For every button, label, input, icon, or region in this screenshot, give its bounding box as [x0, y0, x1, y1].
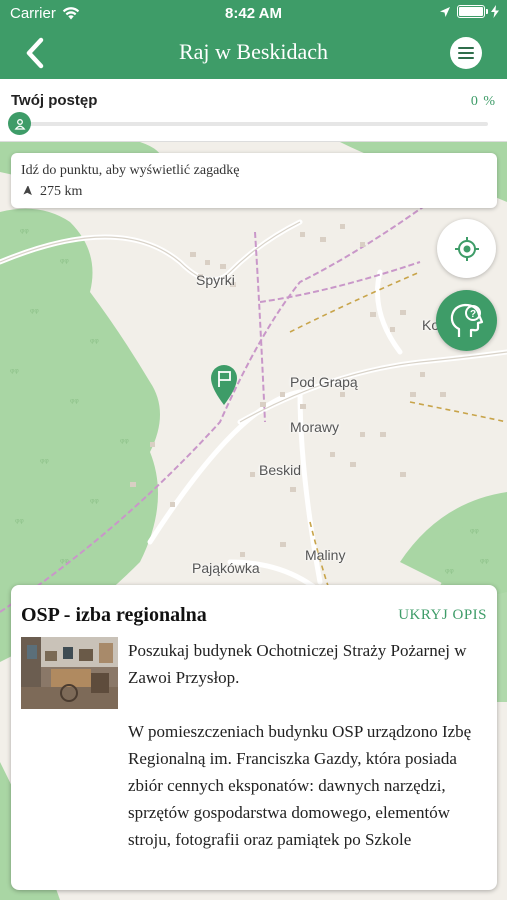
- progress-value: 0 %: [470, 94, 496, 109]
- svg-text:ᵩᵩ: ᵩᵩ: [30, 304, 39, 315]
- head-question-icon: ?: [450, 303, 483, 337]
- map-label-maliny: Maliny: [305, 547, 346, 563]
- page-title: Raj w Beskidach: [178, 39, 329, 64]
- progress-track: [19, 122, 488, 126]
- svg-text:ᵩᵩ: ᵩᵩ: [90, 494, 99, 505]
- navigation-bar: Raj w Beskidach: [0, 28, 507, 79]
- status-bar: Carrier 8:42 AM: [0, 0, 507, 28]
- svg-text:ᵩᵩ: ᵩᵩ: [15, 514, 24, 525]
- svg-text:ᵩᵩ: ᵩᵩ: [20, 224, 29, 235]
- charging-icon: [491, 5, 499, 18]
- menu-icon: [458, 47, 474, 59]
- svg-text:ᵩᵩ: ᵩᵩ: [60, 254, 69, 265]
- hint-card: Idź do punktu, aby wyświetlić zagadkę 27…: [11, 153, 497, 208]
- crosshair-icon: [454, 236, 479, 261]
- progress-thumb: [8, 112, 31, 135]
- place-photo: [21, 637, 118, 709]
- person-icon: [13, 118, 26, 130]
- map-label-beskid: Beskid: [259, 462, 302, 478]
- menu-button[interactable]: [450, 37, 482, 69]
- svg-text:ᵩᵩ: ᵩᵩ: [90, 334, 99, 345]
- hint-distance: 275 km: [22, 184, 82, 200]
- svg-text:ᵩᵩ: ᵩᵩ: [445, 564, 454, 575]
- map-label-morawy: Morawy: [290, 419, 340, 435]
- flag-marker-icon: [211, 365, 237, 405]
- map-label-pajakowka: Pająkówka: [192, 560, 260, 576]
- svg-text:ᵩᵩ: ᵩᵩ: [120, 434, 129, 445]
- battery-icon: [457, 5, 488, 18]
- map-label-spyrki: Spyrki: [196, 272, 235, 288]
- hint-text: Idź do punktu, aby wyświetlić zagadkę: [21, 163, 240, 178]
- checkpoint-marker[interactable]: [208, 362, 240, 406]
- locate-me-button[interactable]: [437, 219, 496, 278]
- map-label-pod-grapa: Pod Grapą: [290, 374, 358, 390]
- svg-text:ᵩᵩ: ᵩᵩ: [470, 524, 479, 535]
- place-description: Poszukaj budynek Ochotniczej Straży Poża…: [128, 641, 472, 849]
- hide-description-button[interactable]: UKRYJ OPIS: [398, 607, 487, 624]
- progress-section: Twój postęp 0 %: [0, 79, 507, 142]
- svg-text:ᵩᵩ: ᵩᵩ: [70, 394, 79, 405]
- hint-distance-value: 275 km: [40, 184, 83, 199]
- svg-text:ᵩᵩ: ᵩᵩ: [40, 454, 49, 465]
- svg-text:ᵩᵩ: ᵩᵩ: [10, 364, 19, 375]
- riddle-button[interactable]: ?: [436, 290, 497, 351]
- place-title: OSP - izba regionalna: [21, 604, 207, 626]
- app-header: Carrier 8:42 AM Raj w Beskidach: [0, 0, 507, 79]
- svg-text:?: ?: [469, 309, 475, 320]
- location-arrow-icon: [440, 6, 450, 17]
- place-info-card: OSP - izba regionalna UKRYJ OPIS Poszuka…: [11, 585, 497, 890]
- direction-arrow-icon: [23, 186, 32, 196]
- progress-label: Twój postęp: [11, 92, 98, 109]
- svg-text:ᵩᵩ: ᵩᵩ: [480, 554, 489, 565]
- status-time: 8:42 AM: [225, 5, 282, 22]
